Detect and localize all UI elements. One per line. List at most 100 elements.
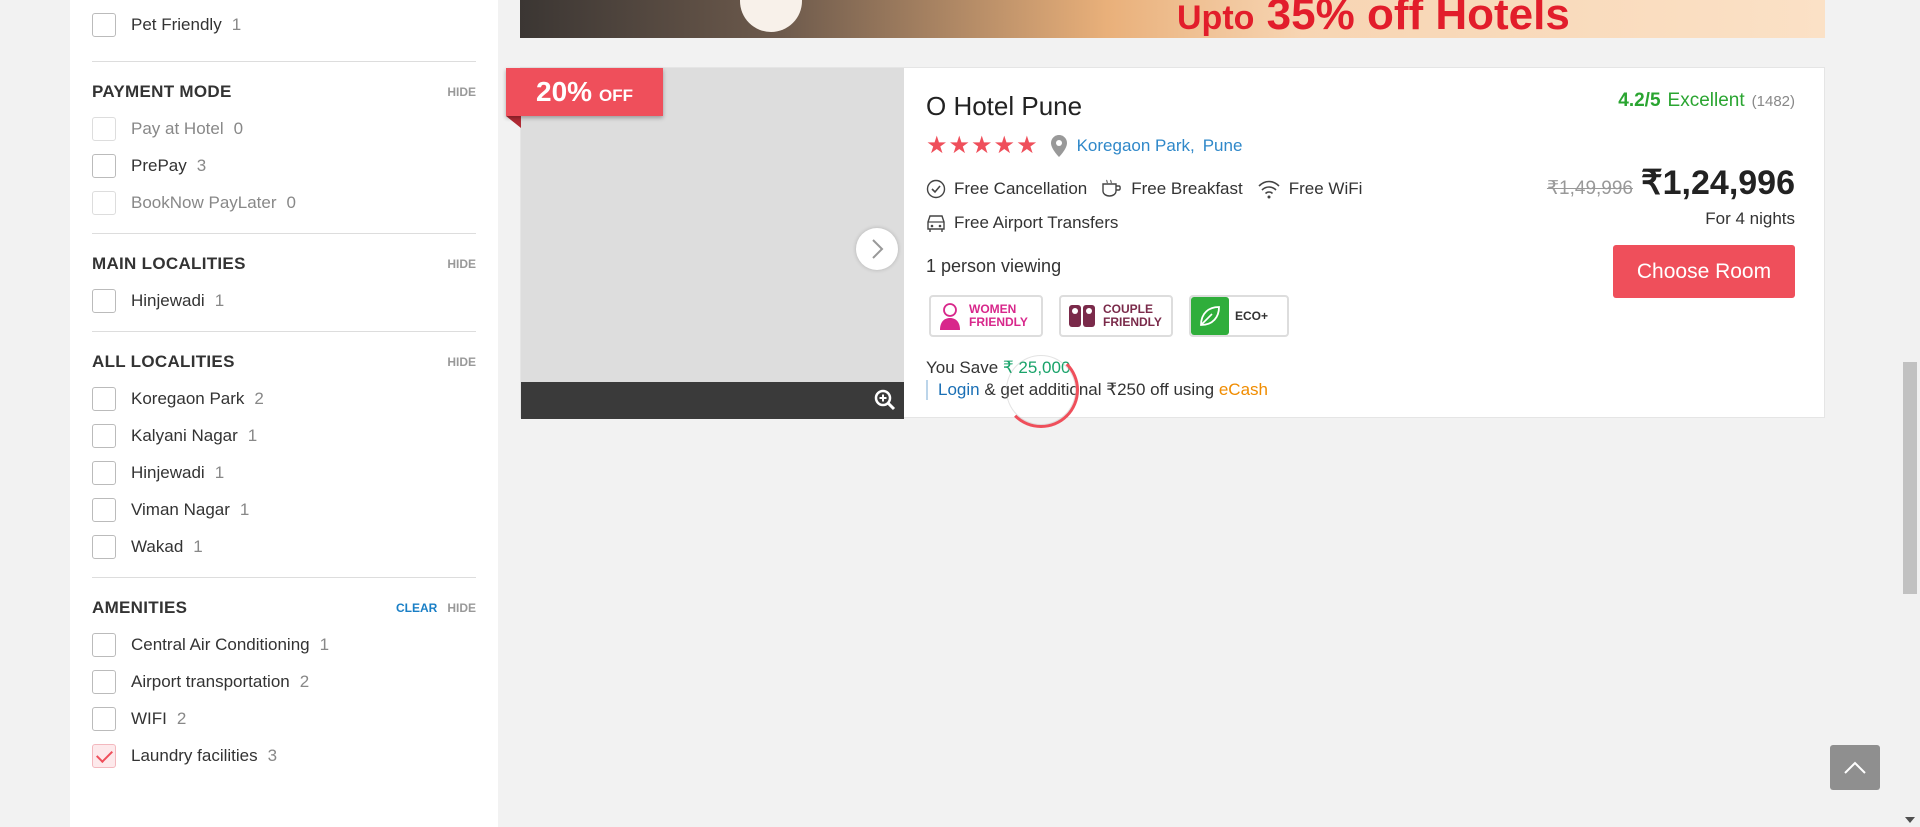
filter-count: 0 <box>286 192 296 212</box>
filter-count: 1 <box>231 14 242 34</box>
couple-icon <box>1069 305 1095 327</box>
coffee-cup-icon <box>1102 179 1122 197</box>
zoom-in-icon[interactable] <box>874 389 896 411</box>
hide-link[interactable]: HIDE <box>447 601 476 615</box>
checkbox[interactable] <box>92 497 116 522</box>
filter-count: 1 <box>193 536 203 556</box>
filter-label: Laundry facilities <box>131 745 258 765</box>
filter-label: Viman Nagar <box>131 499 230 519</box>
hide-link[interactable]: HIDE <box>447 355 476 369</box>
checkbox[interactable] <box>92 669 116 694</box>
filter-item-airport-transportation[interactable]: Airport transportation 2 <box>92 663 476 700</box>
chevron-right-icon <box>872 239 884 259</box>
filter-item-laundry[interactable]: Laundry facilities 3 <box>92 737 476 774</box>
section-title: PAYMENT MODE <box>92 82 232 101</box>
filter-count: 0 <box>233 118 244 138</box>
back-to-top-button[interactable] <box>1830 745 1880 790</box>
rating-count: (1482) <box>1751 93 1795 110</box>
choose-room-button[interactable]: Choose Room <box>1613 245 1795 298</box>
women-friendly-badge: WOMEN FRIENDLY <box>929 295 1043 337</box>
gallery-toolbar <box>521 382 904 419</box>
checkbox[interactable] <box>92 460 116 485</box>
scrollbar-thumb[interactable] <box>1903 362 1917 594</box>
wifi-icon <box>1258 180 1280 199</box>
page-scrollbar[interactable] <box>1900 0 1920 827</box>
hotel-card[interactable]: 20% OFF O Hotel Pune ★★★★★ Koregaon Park… <box>506 67 1825 428</box>
checkbox[interactable] <box>92 12 116 37</box>
checkbox-checked[interactable] <box>92 743 116 768</box>
leaf-icon <box>1191 297 1229 335</box>
checkbox[interactable] <box>92 706 116 731</box>
filter-count: 3 <box>196 155 207 175</box>
filter-count: 2 <box>299 671 310 691</box>
filter-label: PrePay <box>131 155 187 175</box>
checkbox[interactable] <box>92 386 116 411</box>
ecash-link[interactable]: eCash <box>1219 380 1268 399</box>
checkbox[interactable] <box>92 534 116 559</box>
filter-item-viman-nagar[interactable]: Viman Nagar 1 <box>92 491 476 528</box>
banner-text: Upto 35% off Hotels <box>1177 0 1570 38</box>
filter-item-koregaon-park[interactable]: Koregaon Park 2 <box>92 380 476 417</box>
filter-count: 1 <box>239 499 250 519</box>
rating-score: 4.2/5 <box>1618 90 1661 111</box>
section-main-localities: MAIN LOCALITIES HIDE Hinjewadi 1 <box>92 233 476 331</box>
filter-count: 2 <box>176 708 187 728</box>
hide-link[interactable]: HIDE <box>447 257 476 271</box>
filter-item-kalyani-nagar[interactable]: Kalyani Nagar 1 <box>92 417 476 454</box>
hotel-info: O Hotel Pune ★★★★★ Koregaon Park, Pune F… <box>926 68 1824 428</box>
guest-rating: 4.2/5 Excellent (1482) <box>1618 90 1795 112</box>
hide-link[interactable]: HIDE <box>447 85 476 99</box>
banner-decor-image <box>740 0 802 32</box>
filter-label: Pet Friendly <box>131 14 222 34</box>
filter-item-pay-at-hotel[interactable]: Pay at Hotel 0 <box>92 110 476 147</box>
section-payment-mode: PAYMENT MODE HIDE Pay at Hotel 0 PrePay … <box>92 61 476 233</box>
hotel-badges: WOMEN FRIENDLY COUPLE FRIENDLY ECO+ <box>929 295 1289 337</box>
stay-duration: For 4 nights <box>1705 209 1795 228</box>
clear-link[interactable]: CLEAR <box>396 601 437 615</box>
checkbox[interactable] <box>92 288 116 313</box>
filter-label: Pay at Hotel <box>131 118 224 138</box>
login-link[interactable]: Login <box>938 380 980 399</box>
hotel-image-gallery[interactable] <box>521 68 904 419</box>
checkbox[interactable] <box>92 632 116 657</box>
hotel-name[interactable]: O Hotel Pune <box>926 91 1082 122</box>
filter-item-wakad[interactable]: Wakad 1 <box>92 528 476 565</box>
filter-item-booknow-paylater[interactable]: BookNow PayLater 0 <box>92 184 476 221</box>
city-link[interactable]: Pune <box>1203 136 1243 156</box>
section-title: AMENITIES <box>92 598 188 617</box>
rating-word: Excellent <box>1667 90 1745 111</box>
eco-plus-badge: ECO+ <box>1189 295 1289 337</box>
woman-icon <box>940 303 960 330</box>
filter-sidebar: Pet Friendly 1 PAYMENT MODE HIDE Pay at … <box>70 0 498 827</box>
filter-count: 1 <box>247 425 258 445</box>
discount-ribbon: 20% OFF <box>506 68 664 116</box>
scroll-down-arrow-icon[interactable] <box>1905 817 1915 823</box>
section-amenities: AMENITIES CLEAR HIDE Central Air Conditi… <box>92 577 476 786</box>
filter-item-wifi[interactable]: WIFI 2 <box>92 700 476 737</box>
filter-count: 3 <box>267 745 278 765</box>
filter-label: BookNow PayLater <box>131 192 277 212</box>
location-pin-icon <box>1050 134 1067 157</box>
locality-link[interactable]: Koregaon Park, <box>1077 136 1195 156</box>
price: ₹1,49,996 ₹1,24,996 <box>1547 163 1795 203</box>
filter-item-hinjewadi[interactable]: Hinjewadi 1 <box>92 282 476 319</box>
login-offer-text: Login & get additional ₹250 off using eC… <box>926 380 1268 400</box>
filter-item-central-ac[interactable]: Central Air Conditioning 1 <box>92 626 476 663</box>
hotel-amenities: Free Cancellation Free Breakfast Free Wi… <box>926 176 1486 236</box>
next-image-button[interactable] <box>856 228 898 270</box>
filter-item-pet-friendly[interactable]: Pet Friendly 1 <box>92 6 476 43</box>
filter-label: Hinjewadi <box>131 462 205 482</box>
chevron-up-icon <box>1844 761 1866 774</box>
filter-item-prepay[interactable]: PrePay 3 <box>92 147 476 184</box>
promo-banner[interactable]: Upto 35% off Hotels <box>520 0 1825 38</box>
car-icon <box>927 215 945 232</box>
section-title: ALL LOCALITIES <box>92 352 235 371</box>
check-circle-icon <box>926 179 946 199</box>
discounted-price: ₹1,24,996 <box>1641 164 1795 202</box>
checkbox[interactable] <box>92 153 116 178</box>
ribbon-fold <box>506 116 521 128</box>
filter-item-hinjewadi[interactable]: Hinjewadi 1 <box>92 454 476 491</box>
viewing-count: 1 person viewing <box>926 256 1062 276</box>
filter-label: Hinjewadi <box>131 290 205 310</box>
checkbox[interactable] <box>92 423 116 448</box>
